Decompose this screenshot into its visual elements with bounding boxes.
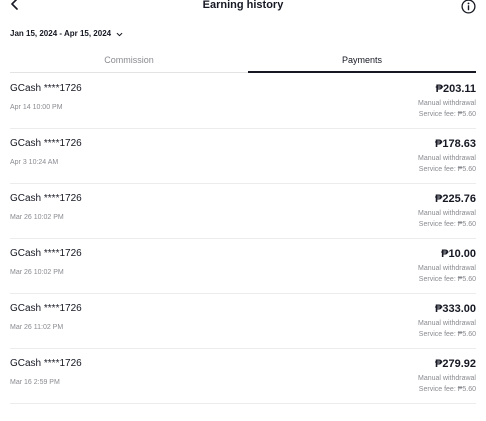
payment-datetime: Mar 26 11:02 PM — [10, 324, 64, 331]
page-title: Earning history — [202, 0, 284, 11]
payment-amount: ₱225.76 — [435, 193, 476, 205]
payment-datetime: Apr 3 10:24 AM — [10, 159, 59, 166]
payment-row[interactable]: GCash ****1726 Apr 3 10:24 AM ₱178.63 Ma… — [10, 128, 476, 184]
payment-datetime: Mar 26 10:02 PM — [10, 269, 64, 276]
payment-row[interactable]: GCash ****1726 Apr 14 10:00 PM ₱203.11 M… — [10, 73, 476, 129]
payment-row[interactable]: GCash ****1726 Mar 26 11:02 PM ₱333.00 M… — [10, 293, 476, 349]
payment-service-fee: Service fee: ₱5.60 — [418, 221, 476, 228]
payment-amount: ₱203.11 — [435, 83, 476, 95]
payment-account: GCash ****1726 — [10, 303, 82, 314]
chevron-down-icon — [116, 32, 123, 36]
payment-datetime: Mar 16 2:59 PM — [10, 379, 60, 386]
date-range-label: Jan 15, 2024 - Apr 15, 2024 — [10, 29, 112, 38]
payment-type: Manual withdrawal — [418, 100, 476, 107]
payment-amount: ₱178.63 — [435, 138, 476, 150]
payment-datetime: Mar 26 10:02 PM — [10, 214, 64, 221]
date-range-selector[interactable]: Jan 15, 2024 - Apr 15, 2024 — [10, 28, 123, 40]
payment-service-fee: Service fee: ₱5.60 — [418, 166, 476, 173]
payment-account: GCash ****1726 — [10, 193, 82, 204]
payment-account: GCash ****1726 — [10, 248, 82, 259]
payment-service-fee: Service fee: ₱5.60 — [418, 386, 476, 393]
payment-type: Manual withdrawal — [418, 210, 476, 217]
payment-service-fee: Service fee: ₱5.60 — [418, 276, 476, 283]
payment-row[interactable]: GCash ****1726 Mar 16 2:59 PM ₱279.92 Ma… — [10, 348, 476, 404]
payment-type: Manual withdrawal — [418, 265, 476, 272]
payment-row[interactable]: GCash ****1726 Mar 26 10:02 PM ₱10.00 Ma… — [10, 238, 476, 294]
tab-commission[interactable]: Commission — [10, 52, 248, 72]
payment-service-fee: Service fee: ₱5.60 — [418, 111, 476, 118]
payment-service-fee: Service fee: ₱5.60 — [418, 331, 476, 338]
payment-account: GCash ****1726 — [10, 83, 82, 94]
info-circle-icon[interactable] — [461, 0, 476, 14]
payment-type: Manual withdrawal — [418, 375, 476, 382]
payment-amount: ₱333.00 — [435, 303, 476, 315]
payment-amount: ₱10.00 — [441, 248, 476, 260]
payment-type: Manual withdrawal — [418, 320, 476, 327]
payment-account: GCash ****1726 — [10, 358, 82, 369]
top-bar: Earning history — [0, 0, 486, 14]
payment-datetime: Apr 14 10:00 PM — [10, 104, 63, 111]
payment-row[interactable]: GCash ****1726 Mar 26 10:02 PM ₱225.76 M… — [10, 183, 476, 239]
tab-bar: Commission Payments — [10, 52, 476, 73]
payment-account: GCash ****1726 — [10, 138, 82, 149]
payment-type: Manual withdrawal — [418, 155, 476, 162]
tab-payments[interactable]: Payments — [248, 52, 476, 72]
payment-amount: ₱279.92 — [435, 358, 476, 370]
